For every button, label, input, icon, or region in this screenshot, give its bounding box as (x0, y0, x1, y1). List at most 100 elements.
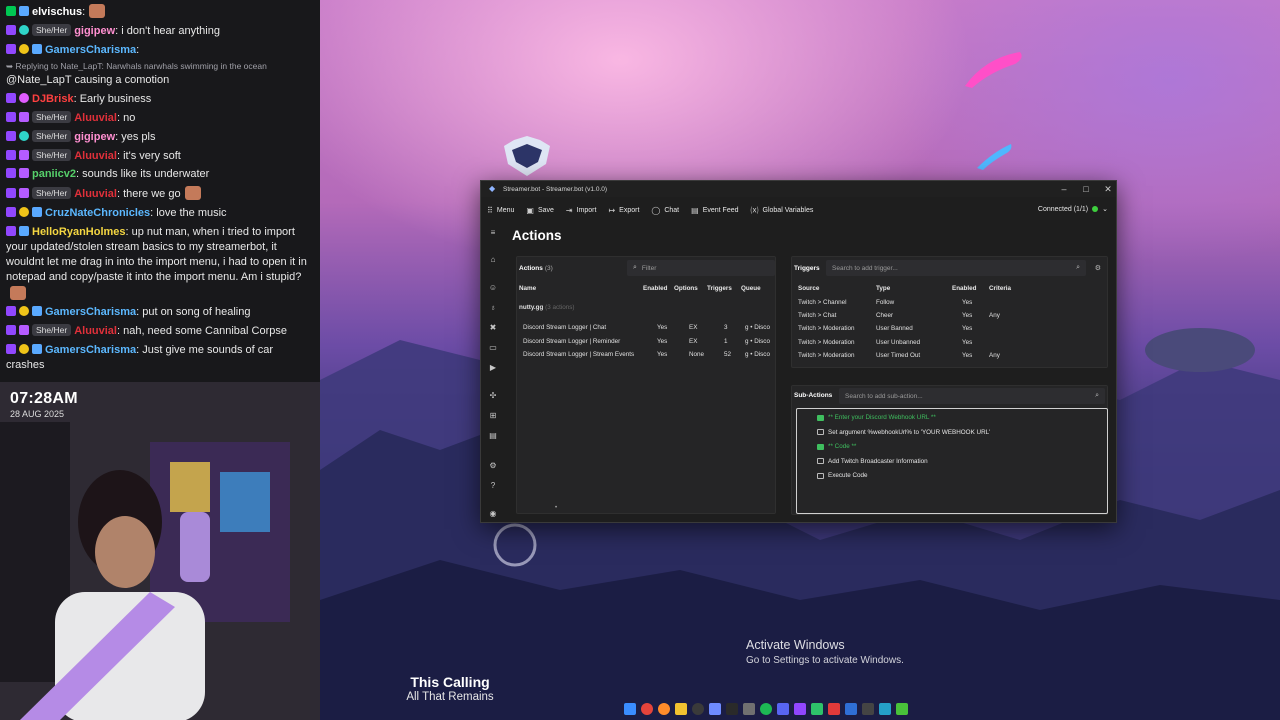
integrations-icon[interactable]: ⊞ (488, 411, 498, 421)
pronoun-badge: She/Her (32, 23, 72, 36)
actions-column-header[interactable]: Triggers (707, 285, 732, 292)
chrome-icon[interactable] (641, 703, 653, 715)
stream-chat: elvischus: She/Her gigipew: i don't hear a… (0, 0, 320, 382)
chat-username[interactable]: HelloRyanHolmes (32, 226, 126, 238)
action-cell-triggers: 1 (724, 337, 728, 345)
close-icon[interactable]: ✕ (1097, 183, 1119, 195)
editor-icon[interactable] (743, 703, 755, 715)
pronoun-badge: She/Her (32, 324, 72, 337)
menu-item-event-feed[interactable]: ▤ Event Feed (691, 206, 738, 215)
chat-username[interactable]: Aluuvial (74, 188, 117, 200)
window-titlebar[interactable]: ◆ Streamer.bot - Streamer.bot (v1.0.0) –… (481, 181, 1116, 197)
menu-item-global-variables[interactable]: ⒳ Global Variables (751, 205, 814, 216)
home-icon[interactable]: ⌂ (488, 255, 498, 265)
chat-username[interactable]: elvischus (32, 6, 82, 18)
terminal-icon[interactable] (726, 703, 738, 715)
app-lime-icon[interactable] (896, 703, 908, 715)
menu-item-menu[interactable]: ⠿ Menu (487, 206, 514, 215)
twitch-icon[interactable] (794, 703, 806, 715)
app-dark-icon[interactable] (862, 703, 874, 715)
menu-item-save[interactable]: ▣ Save (526, 206, 554, 215)
scroll-indicator-icon[interactable]: • (555, 505, 557, 511)
menu-item-export[interactable]: ↦ Export (608, 206, 639, 215)
purple-badge-icon (6, 325, 16, 336)
tools-icon[interactable]: ✣ (488, 391, 498, 401)
gift-badge-icon (19, 168, 29, 179)
trigger-search-input[interactable]: Search to add trigger... ⌕ (826, 260, 1086, 276)
obs-icon[interactable] (692, 703, 704, 715)
file-explorer-icon[interactable] (675, 703, 687, 715)
chat-text: : put on song of healing (136, 306, 251, 319)
toolbar: ⠿ Menu ▣ Save ⇥ Import ↦ Export ◯ Chat ▤ Event Feed… (481, 200, 1116, 220)
actions-filter-input[interactable]: ⌕ Filter (627, 260, 775, 276)
streamerbot-taskbar-icon[interactable] (709, 703, 721, 715)
connection-status[interactable]: Connected (1/1) ⌄ (1038, 205, 1108, 214)
subaction-item[interactable]: Add Twitch Broadcaster Information (817, 458, 928, 465)
save-icon: ▣ (526, 205, 534, 215)
actions-column-header[interactable]: Name (519, 285, 536, 292)
chat-username[interactable]: GamersCharisma (45, 44, 136, 56)
chat-username[interactable]: GamersCharisma (45, 306, 136, 318)
app-teal-icon[interactable] (879, 703, 891, 715)
chat-username[interactable]: gigipew (74, 25, 115, 37)
subaction-item[interactable]: ** Enter your Discord Webhook URL ** (817, 414, 936, 421)
users-icon[interactable]: ☺ (488, 283, 498, 293)
webcam-clock: 07:28AM (10, 390, 78, 407)
subaction-search-input[interactable]: Search to add sub-action... ⌕ (839, 388, 1105, 404)
subaction-item[interactable]: ** Code ** (817, 443, 856, 450)
chat-username[interactable]: Aluuvial (74, 325, 117, 337)
camera-icon[interactable]: ▶ (488, 363, 498, 373)
triggers-column-header[interactable]: Type (876, 285, 890, 292)
comment-icon (817, 414, 824, 421)
app-green-icon[interactable] (811, 703, 823, 715)
subaction-item[interactable]: Execute Code (817, 472, 868, 479)
trigger-settings-icon[interactable]: ⚙ (1095, 264, 1101, 272)
gift-badge-icon (19, 149, 29, 160)
hamburger-icon[interactable]: ≡ (488, 228, 498, 238)
chat-username[interactable]: DJBrisk (32, 93, 74, 105)
triggers-column-header[interactable]: Criteria (989, 285, 1011, 292)
chat-message: She/Her Aluuvial: nah, need some Cannibal… (6, 324, 314, 339)
chat-message: paniicv2: sounds like its underwater (6, 167, 314, 182)
actions-column-header[interactable]: Enabled (643, 285, 668, 292)
menu-item-import[interactable]: ⇥ Import (566, 206, 597, 215)
help-icon[interactable]: ? (488, 481, 498, 491)
action-cell-options: EX (689, 324, 698, 331)
action-cell-enabled: Yes (657, 351, 668, 358)
servers-icon[interactable]: ▤ (488, 431, 498, 441)
action-cell-options: None (689, 351, 705, 358)
actions-nav-icon[interactable]: ♁ (488, 303, 498, 313)
start-icon[interactable] (624, 703, 636, 715)
trigger-cell-criteria: Any (989, 351, 1000, 359)
commands-icon[interactable]: ✖ (488, 323, 498, 333)
chat-username[interactable]: Aluuvial (74, 150, 117, 162)
gift-badge-icon (19, 325, 29, 336)
maximize-icon[interactable]: □ (1075, 183, 1097, 195)
action-cell-name: Discord Stream Logger | Stream Events (523, 351, 635, 358)
action-cell-name: Discord Stream Logger | Reminder (523, 337, 621, 345)
app-red-icon[interactable] (828, 703, 840, 715)
triggers-column-header[interactable]: Enabled (952, 285, 977, 292)
actions-column-header[interactable]: Options (674, 285, 698, 292)
minimize-icon[interactable]: – (1053, 183, 1075, 195)
menu-item-label: Export (619, 206, 640, 214)
chat-username[interactable]: CruzNateChronicles (45, 207, 150, 219)
action-group-row[interactable]: nutty.gg (3 actions) (519, 304, 575, 311)
chat-username[interactable]: gigipew (74, 131, 115, 143)
chat-nav-icon[interactable]: ▭ (488, 343, 498, 353)
blue-badge-icon (32, 43, 42, 54)
actions-column-header[interactable]: Queue (741, 285, 761, 292)
firefox-icon[interactable] (658, 703, 670, 715)
chat-username[interactable]: Aluuvial (74, 112, 117, 124)
triggers-column-header[interactable]: Source (798, 285, 819, 292)
chat-username[interactable]: GamersCharisma (45, 344, 136, 356)
spotify-icon[interactable] (760, 703, 772, 715)
floating-creature-icon (965, 52, 1022, 88)
discord-icon[interactable] (777, 703, 789, 715)
account-icon[interactable]: ◉ (488, 509, 498, 519)
settings-gear-icon[interactable]: ⚙ (488, 461, 498, 471)
chat-username[interactable]: paniicv2 (32, 168, 76, 180)
subaction-item[interactable]: Set argument %webhookUrl% to 'YOUR WEBHO… (817, 429, 990, 436)
menu-item-chat[interactable]: ◯ Chat (651, 206, 679, 215)
app-blue-icon[interactable] (845, 703, 857, 715)
